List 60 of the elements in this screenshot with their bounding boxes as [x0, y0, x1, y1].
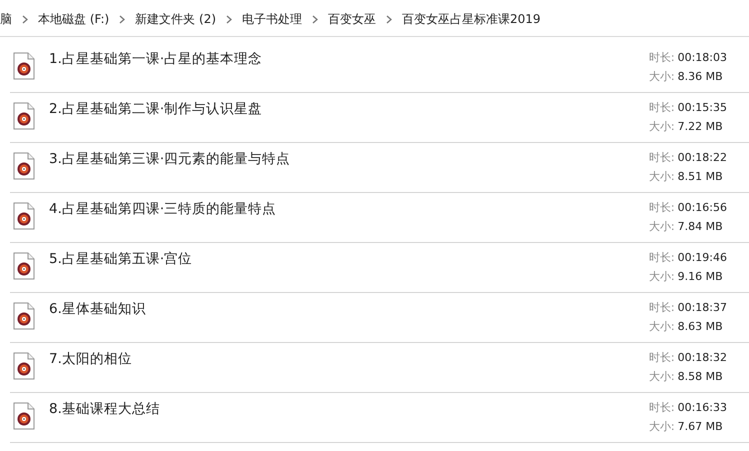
size-value: 7.84 MB	[678, 220, 723, 233]
file-name[interactable]: 5.占星基础第五课·宫位	[49, 250, 649, 268]
chevron-icon	[22, 14, 28, 24]
duration-label: 时长:	[648, 201, 675, 214]
audio-file-icon	[13, 302, 35, 330]
file-name[interactable]: 4.占星基础第四课·三特质的能量特点	[49, 200, 649, 218]
breadcrumb-item[interactable]: 百变女巫占星标准课2019	[402, 10, 541, 28]
duration-value: 00:19:46	[678, 251, 727, 264]
size-label: 大小:	[648, 320, 675, 333]
duration-label: 时长:	[648, 151, 675, 164]
duration-value: 00:18:37	[678, 301, 727, 314]
size-label: 大小:	[648, 270, 675, 283]
size-value: 8.51 MB	[678, 170, 723, 183]
address-bar[interactable]: 脑 本地磁盘 (F:) 新建文件夹 (2) 电子书处理 百变女巫 百变女巫占星标准课2019	[0, 2, 749, 37]
duration-label: 时长:	[648, 51, 675, 64]
audio-file-icon	[13, 52, 35, 80]
duration-value: 00:18:22	[678, 151, 727, 164]
size-label: 大小:	[648, 370, 675, 383]
size-value: 7.22 MB	[678, 120, 723, 133]
size-label: 大小:	[648, 70, 675, 83]
duration-label: 时长:	[648, 301, 675, 314]
breadcrumb-item[interactable]: 脑	[0, 10, 12, 28]
duration-label: 时长:	[648, 351, 675, 364]
file-name[interactable]: 2.占星基础第二课·制作与认识星盘	[49, 100, 649, 118]
duration-label: 时长:	[648, 401, 675, 414]
duration-label: 时长:	[648, 251, 675, 264]
audio-file-icon	[13, 352, 35, 380]
chevron-icon	[312, 14, 318, 24]
size-value: 8.58 MB	[678, 370, 723, 383]
breadcrumb-item[interactable]: 电子书处理	[242, 10, 302, 28]
audio-file-icon	[13, 252, 35, 280]
breadcrumb-item[interactable]: 本地磁盘 (F:)	[38, 10, 110, 28]
chevron-icon	[119, 14, 126, 24]
chevron-icon	[386, 14, 392, 24]
audio-file-icon	[13, 202, 35, 230]
audio-file-icon	[13, 402, 35, 430]
duration-value: 00:18:03	[678, 51, 727, 64]
size-label: 大小:	[648, 170, 675, 183]
duration-value: 00:15:35	[678, 101, 727, 114]
audio-file-icon	[13, 102, 35, 130]
duration-value: 00:16:33	[678, 401, 727, 414]
breadcrumb-item[interactable]: 新建文件夹 (2)	[135, 10, 216, 28]
duration-value: 00:18:32	[678, 351, 727, 364]
size-value: 7.67 MB	[678, 420, 723, 433]
size-label: 大小:	[648, 120, 675, 133]
breadcrumb-item[interactable]: 百变女巫	[328, 10, 376, 28]
file-name[interactable]: 3.占星基础第三课·四元素的能量与特点	[49, 150, 649, 168]
file-name[interactable]: 6.星体基础知识	[49, 300, 649, 318]
size-label: 大小:	[648, 420, 675, 433]
size-value: 8.63 MB	[678, 320, 723, 333]
file-name[interactable]: 8.基础课程大总结	[49, 400, 649, 418]
chevron-icon	[226, 14, 232, 24]
file-name[interactable]: 7.太阳的相位	[49, 350, 649, 368]
duration-label: 时长:	[648, 101, 675, 114]
size-value: 8.36 MB	[678, 70, 723, 83]
file-name[interactable]: 1.占星基础第一课·占星的基本理念	[49, 50, 649, 68]
size-value: 9.16 MB	[678, 270, 723, 283]
duration-value: 00:16:56	[678, 201, 727, 214]
audio-file-icon	[13, 152, 35, 180]
size-label: 大小:	[648, 220, 675, 233]
